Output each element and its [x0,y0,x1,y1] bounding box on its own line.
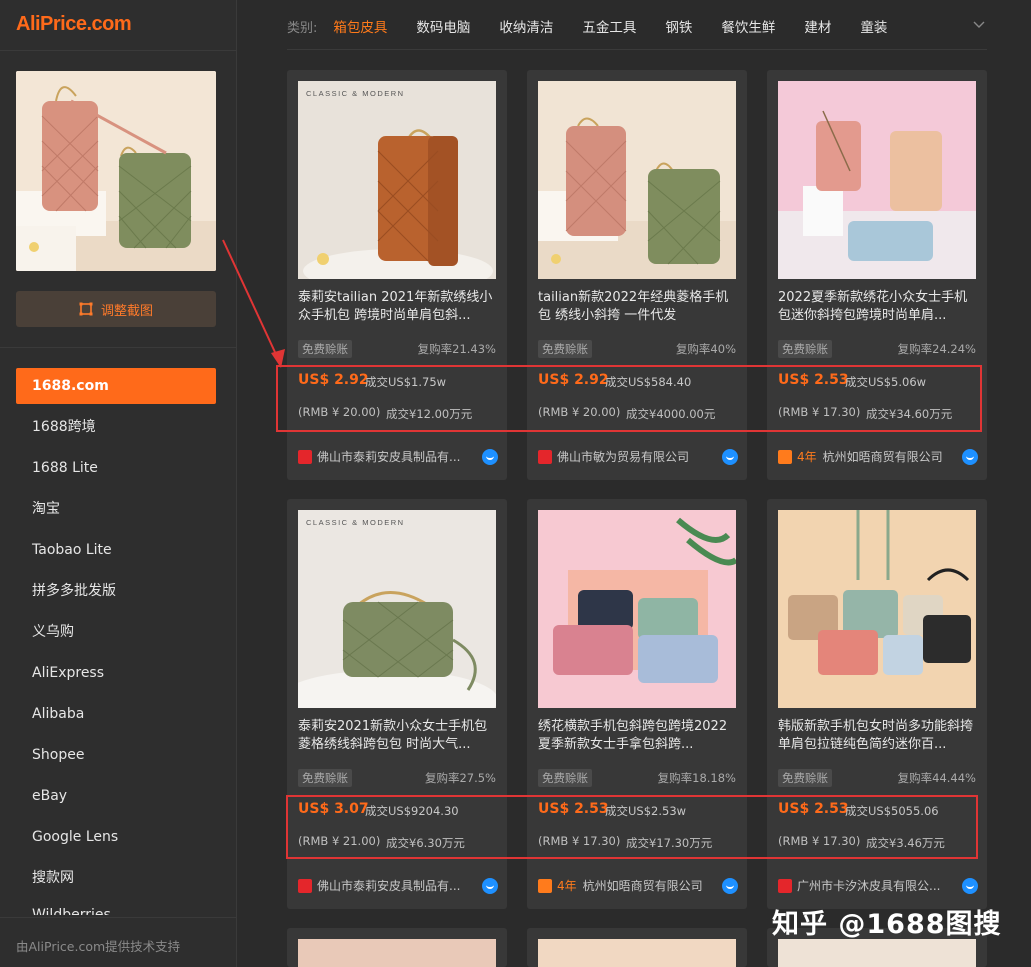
repurchase-rate: 复购率44.44% [897,771,976,785]
repurchase-rate: 复购率21.43% [417,342,496,356]
product-image[interactable] [778,81,976,279]
category-building[interactable]: 建材 [804,16,831,36]
product-image[interactable] [538,939,736,967]
chat-icon[interactable] [962,448,978,465]
store-badge-icon [538,878,552,893]
product-image[interactable] [778,510,976,708]
store-row[interactable]: 佛山市泰莉安皮具制品有... [298,448,498,465]
adjust-screenshot-label: 调整截图 [100,303,153,319]
divider [0,917,237,918]
free-credit-badge: 免费赊账 [778,340,832,358]
brand-tag: CLASSIC & MODERN [306,518,405,527]
price-highlight-box [276,365,982,432]
product-card[interactable] [287,928,507,967]
product-title[interactable]: tailian新款2022年经典菱格手机包 绣线小斜挎 一件代发 [538,289,738,325]
product-image[interactable] [298,939,496,967]
category-food[interactable]: 餐饮生鲜 [721,16,775,36]
store-badge-icon [778,878,792,893]
brand-tag: CLASSIC & MODERN [306,89,405,98]
sidebar: AliPrice.com 调整截图 1688.com 1688跨境 1688 L… [0,0,237,967]
category-digital[interactable]: 数码电脑 [416,16,470,36]
store-name[interactable]: 佛山市泰莉安皮具制品有... [317,877,476,894]
category-hardware[interactable]: 五金工具 [582,16,636,36]
adjust-screenshot-button[interactable]: 调整截图 [16,291,216,327]
category-kids[interactable]: 童装 [860,16,887,36]
category-label: 类别: [287,20,318,36]
product-image[interactable] [538,81,736,279]
free-credit-badge: 免费赊账 [298,769,352,787]
source-item-1688-cross-border[interactable]: 1688跨境 [16,409,216,450]
category-bags[interactable]: 箱包皮具 [333,16,387,36]
repurchase-rate: 复购率18.18% [657,771,736,785]
store-name[interactable]: 广州市卡汐沐皮具有限公... [797,877,956,894]
store-name[interactable]: 佛山市敏为贸易有限公司 [557,448,716,465]
product-title[interactable]: 2022夏季新款绣花小众女士手机包迷你斜挎包跨境时尚单肩... [778,289,978,325]
source-item-soukuan[interactable]: 搜款网 [16,860,216,901]
source-item-google-lens[interactable]: Google Lens [16,819,216,860]
source-item-yiwugo[interactable]: 义乌购 [16,614,216,655]
product-image[interactable] [538,510,736,708]
product-title[interactable]: 绣花横款手机包斜跨包跨境2022夏季新款女士手拿包斜跨... [538,718,738,754]
chat-icon[interactable] [962,877,978,894]
category-bar: 类别: 箱包皮具 数码电脑 收纳清洁 五金工具 钢铁 餐饮生鲜 建材 童装 [287,14,916,38]
watermark: 知乎 @1688图搜 [772,909,1002,940]
repurchase-rate: 复购率24.24% [897,342,976,356]
store-badge-icon [538,449,552,464]
source-item-ebay[interactable]: eBay [16,778,216,819]
source-item-taobao[interactable]: 淘宝 [16,491,216,532]
source-item-1688-lite[interactable]: 1688 Lite [16,450,216,491]
store-badge-icon [298,878,312,893]
chevron-down-icon[interactable] [972,18,986,32]
annotation-arrow [222,239,285,368]
divider [0,50,237,51]
free-credit-badge: 免费赊账 [778,769,832,787]
source-item-shopee[interactable]: Shopee [16,737,216,778]
aliprice-logo[interactable]: AliPrice.com [16,13,132,36]
source-item-aliexpress[interactable]: AliExpress [16,655,216,696]
store-row[interactable]: 广州市卡汐沐皮具有限公... [778,877,978,894]
source-item-wildberries[interactable]: Wildberries [16,901,216,915]
store-name[interactable]: 佛山市泰莉安皮具制品有... [317,448,476,465]
product-image[interactable]: CLASSIC & MODERN [298,81,496,279]
chat-icon[interactable] [722,448,738,465]
product-title[interactable]: 泰莉安2021新款小众女士手机包 菱格绣线斜跨包包 时尚大气... [298,718,498,754]
store-row[interactable]: 佛山市泰莉安皮具制品有... [298,877,498,894]
chat-icon[interactable] [482,448,498,465]
divider [287,49,987,50]
store-years: 4年 [797,450,817,464]
product-card[interactable] [527,928,747,967]
free-credit-badge: 免费赊账 [538,340,592,358]
product-image[interactable] [778,939,976,967]
source-item-alibaba[interactable]: Alibaba [16,696,216,737]
category-steel[interactable]: 钢铁 [665,16,692,36]
source-item-taobao-lite[interactable]: Taobao Lite [16,532,216,573]
store-badge-icon [778,449,792,464]
store-badge-icon [298,449,312,464]
repurchase-rate: 复购率27.5% [424,771,496,785]
source-item-pinduoduo[interactable]: 拼多多批发版 [16,573,216,614]
search-preview-image [16,71,216,271]
store-row[interactable]: 4年 杭州如晤商贸有限公司 [538,877,738,894]
store-years: 4年 [557,879,577,893]
store-name[interactable]: 杭州如晤商贸有限公司 [823,448,956,465]
source-item-1688[interactable]: 1688.com [16,368,216,404]
chat-icon[interactable] [722,877,738,894]
product-image[interactable]: CLASSIC & MODERN [298,510,496,708]
product-title[interactable]: 韩版新款手机包女时尚多功能斜挎单肩包拉链纯色简约迷你百... [778,718,978,754]
source-list: 1688.com 1688跨境 1688 Lite 淘宝 Taobao Lite… [16,368,216,915]
product-title[interactable]: 泰莉安tailian 2021年新款绣线小众手机包 跨境时尚单肩包斜... [298,289,498,325]
store-row[interactable]: 佛山市敏为贸易有限公司 [538,448,738,465]
chat-icon[interactable] [482,877,498,894]
repurchase-rate: 复购率40% [675,342,736,356]
divider [0,347,237,348]
category-storage[interactable]: 收纳清洁 [499,16,553,36]
price-highlight-box [286,795,978,859]
free-credit-badge: 免费赊账 [538,769,592,787]
store-row[interactable]: 4年 杭州如晤商贸有限公司 [778,448,978,465]
powered-by-footer: 由AliPrice.com提供技术支持 [16,939,181,954]
free-credit-badge: 免费赊账 [298,340,352,358]
store-name[interactable]: 杭州如晤商贸有限公司 [583,877,716,894]
crop-icon [79,302,93,316]
